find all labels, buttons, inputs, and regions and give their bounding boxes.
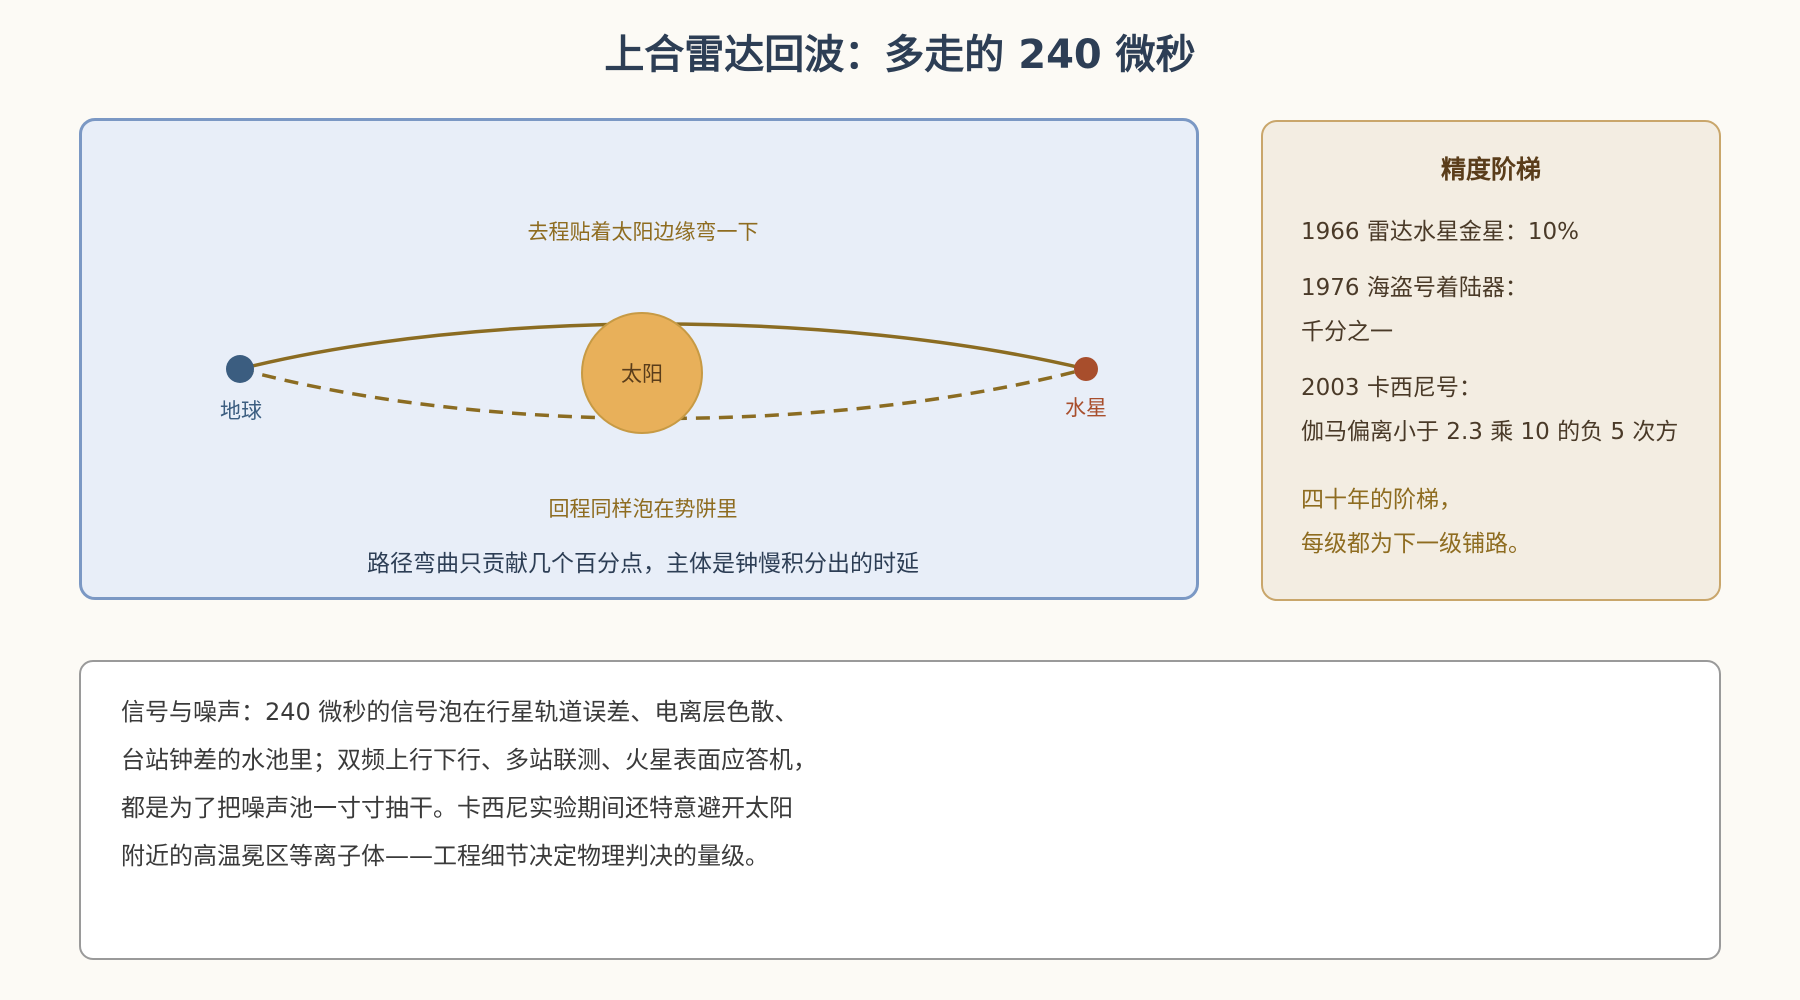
radar-path-diagram: 太阳 地球 水星 去程贴着太阳边缘弯一下 回程同样泡在势阱里 路径弯曲只贡献几个… xyxy=(220,220,1107,577)
ladder-line-1976: 1976 海盗号着陆器： xyxy=(1301,275,1528,301)
notes-line-2: 台站钟差的水池里；双频上行下行、多站联测、火星表面应答机， xyxy=(121,746,817,774)
ladder-title: 精度阶梯 xyxy=(1440,155,1541,184)
notes-line-4: 附近的高温冕区等离子体——工程细节决定物理判决的量级。 xyxy=(121,842,769,870)
return-caption: 回程同样泡在势阱里 xyxy=(549,497,738,521)
ladder-closing-line-2: 每级都为下一级铺路。 xyxy=(1301,531,1531,557)
radar-diagram-panel: 太阳 地球 水星 去程贴着太阳边缘弯一下 回程同样泡在势阱里 路径弯曲只贡献几个… xyxy=(79,118,1199,600)
mercury-label: 水星 xyxy=(1065,396,1107,420)
mercury-icon xyxy=(1074,357,1098,381)
notes-line-1: 信号与噪声：240 微秒的信号泡在行星轨道误差、电离层色散、 xyxy=(121,698,799,726)
earth-label: 地球 xyxy=(220,399,262,423)
ladder-line-2003: 2003 卡西尼号： xyxy=(1301,375,1482,401)
ladder-line-1966: 1966 雷达水星金星：10% xyxy=(1301,219,1579,245)
precision-ladder-panel: 精度阶梯 1966 雷达水星金星：10% 1976 海盗号着陆器： 千分之一 2… xyxy=(1261,120,1721,601)
signal-noise-notes-panel: 信号与噪声：240 微秒的信号泡在行星轨道误差、电离层色散、 台站钟差的水池里；… xyxy=(79,660,1721,960)
earth-icon xyxy=(226,355,254,383)
notes-line-3: 都是为了把噪声池一寸寸抽干。卡西尼实验期间还特意避开太阳 xyxy=(121,794,793,822)
ladder-line-1976-value: 千分之一 xyxy=(1301,319,1393,345)
diagram-note: 路径弯曲只贡献几个百分点，主体是钟慢积分出的时延 xyxy=(367,551,919,577)
page-title: 上合雷达回波：多走的 240 微秒 xyxy=(604,32,1196,78)
ladder-closing-line-1: 四十年的阶梯， xyxy=(1301,487,1462,513)
ladder-line-2003-value: 伽马偏离小于 2.3 乘 10 的负 5 次方 xyxy=(1301,419,1679,445)
sun-label: 太阳 xyxy=(621,362,663,386)
outbound-caption: 去程贴着太阳边缘弯一下 xyxy=(528,220,759,244)
